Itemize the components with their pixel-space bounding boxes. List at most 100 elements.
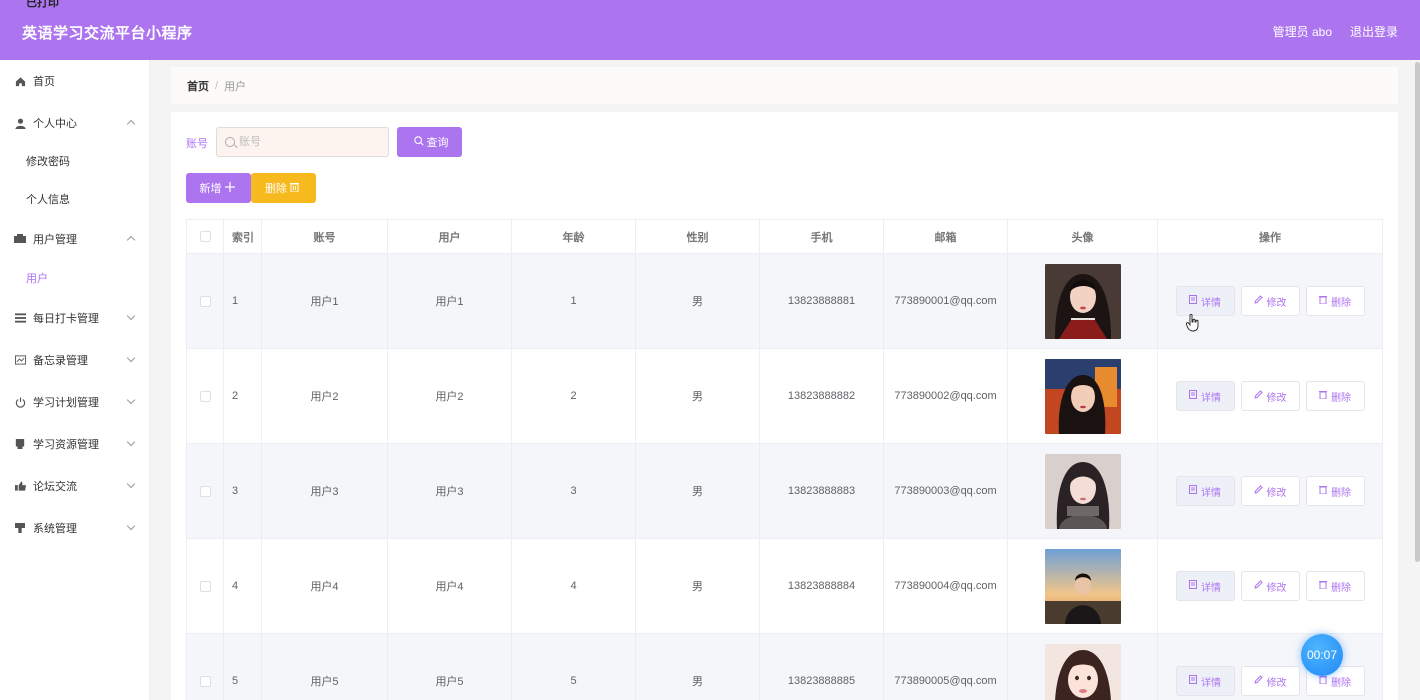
avatar[interactable] bbox=[1044, 358, 1121, 434]
sidebar-item-label: 用户管理 bbox=[33, 234, 77, 246]
delete-button-label: 删除 bbox=[1331, 677, 1351, 689]
cell-gender: 男 bbox=[636, 444, 760, 538]
detail-button[interactable]: 详情 bbox=[1175, 571, 1235, 601]
detail-button[interactable]: 详情 bbox=[1175, 286, 1235, 316]
cell-age: 3 bbox=[512, 444, 636, 538]
query-button[interactable]: 查询 bbox=[397, 127, 462, 157]
delete-button[interactable]: 删除 bbox=[1305, 381, 1365, 411]
sidebar-item-daily-checkin[interactable]: 每日打卡管理 bbox=[0, 300, 150, 336]
header-avatar: 头像 bbox=[1008, 220, 1158, 253]
row-checkbox[interactable] bbox=[199, 580, 211, 592]
header-email: 邮箱 bbox=[884, 220, 1008, 253]
cell-user: 用户4 bbox=[388, 539, 512, 633]
row-checkbox[interactable] bbox=[199, 390, 211, 402]
breadcrumb-separator: / bbox=[215, 79, 219, 92]
breadcrumb-home[interactable]: 首页 bbox=[187, 78, 209, 94]
header-phone: 手机 bbox=[760, 220, 884, 253]
cell-account: 用户4 bbox=[262, 539, 388, 633]
avatar[interactable] bbox=[1044, 263, 1121, 339]
sidebar-item-memo[interactable]: 备忘录管理 bbox=[0, 342, 150, 378]
avatar[interactable] bbox=[1044, 643, 1121, 700]
sidebar-item-study-plan[interactable]: 学习计划管理 bbox=[0, 384, 150, 420]
delete-button-label: 删除 bbox=[1331, 582, 1351, 594]
hand-cursor-icon bbox=[1185, 313, 1200, 337]
cell-actions: 详情 修改 删除 bbox=[1158, 349, 1383, 443]
header-checkbox-cell bbox=[187, 220, 224, 253]
row-checkbox-cell bbox=[187, 634, 224, 700]
delete-button[interactable]: 删除 bbox=[1305, 571, 1365, 601]
cell-actions: 详情 修改 删除 bbox=[1158, 444, 1383, 538]
table-row: 2 用户2 用户2 2 男 13823888882 773890002@qq.com 详情 修改… bbox=[187, 349, 1383, 444]
users-icon bbox=[14, 233, 26, 245]
sidebar-item-users[interactable]: 用户 bbox=[0, 260, 150, 296]
cell-index: 3 bbox=[224, 444, 262, 538]
sidebar-item-user-management[interactable]: 用户管理 bbox=[0, 221, 150, 257]
logout-link[interactable]: 退出登录 bbox=[1350, 23, 1398, 40]
edit-button[interactable]: 修改 bbox=[1240, 286, 1300, 316]
edit-button[interactable]: 修改 bbox=[1240, 571, 1300, 601]
detail-button-label: 详情 bbox=[1201, 392, 1221, 404]
sidebar-item-system[interactable]: 系统管理 bbox=[0, 510, 150, 546]
page-scrollbar[interactable] bbox=[1415, 62, 1420, 562]
sidebar-item-label: 个人信息 bbox=[26, 194, 70, 206]
chevron-down-icon bbox=[126, 311, 136, 321]
cell-user: 用户5 bbox=[388, 634, 512, 700]
add-button[interactable]: 新增 bbox=[186, 173, 251, 203]
sidebar-item-change-password[interactable]: 修改密码 bbox=[0, 143, 150, 179]
row-checkbox[interactable] bbox=[199, 485, 211, 497]
cell-phone: 13823888885 bbox=[760, 634, 884, 700]
sidebar-item-home[interactable]: 首页 bbox=[0, 63, 150, 99]
cell-email: 773890002@qq.com bbox=[884, 349, 1008, 443]
select-all-checkbox[interactable] bbox=[199, 231, 211, 242]
sidebar-item-personal-center[interactable]: 个人中心 bbox=[0, 105, 150, 141]
detail-button[interactable]: 详情 bbox=[1175, 476, 1235, 506]
header-actions: 操作 bbox=[1158, 220, 1383, 253]
row-checkbox[interactable] bbox=[199, 295, 211, 307]
row-checkbox-cell bbox=[187, 254, 224, 348]
sidebar-item-label: 备忘录管理 bbox=[33, 355, 88, 367]
row-checkbox-cell bbox=[187, 349, 224, 443]
search-label: 账号 bbox=[186, 138, 208, 150]
detail-button-label: 详情 bbox=[1201, 297, 1221, 309]
forum-icon bbox=[14, 480, 26, 492]
cell-avatar bbox=[1008, 539, 1158, 633]
edit-button-label: 修改 bbox=[1266, 487, 1287, 499]
batch-delete-button[interactable]: 删除 bbox=[251, 173, 316, 203]
avatar[interactable] bbox=[1044, 453, 1121, 529]
sidebar-item-forum[interactable]: 论坛交流 bbox=[0, 468, 150, 504]
cell-phone: 13823888882 bbox=[760, 349, 884, 443]
delete-button-label: 删除 bbox=[1331, 487, 1351, 499]
detail-button[interactable]: 详情 bbox=[1175, 381, 1235, 411]
trash-icon bbox=[1319, 485, 1327, 497]
sidebar-item-personal-info[interactable]: 个人信息 bbox=[0, 181, 150, 217]
pencil-icon bbox=[1253, 580, 1263, 592]
detail-button-label: 详情 bbox=[1201, 487, 1221, 499]
chevron-up-icon bbox=[126, 119, 136, 129]
account-search-input[interactable] bbox=[216, 127, 389, 157]
trash-icon bbox=[1319, 675, 1327, 687]
timer-badge[interactable]: 00:07 bbox=[1301, 634, 1343, 676]
delete-button[interactable]: 删除 bbox=[1305, 476, 1365, 506]
cell-avatar bbox=[1008, 254, 1158, 348]
trash-icon bbox=[1319, 295, 1327, 307]
edit-button[interactable]: 修改 bbox=[1240, 666, 1300, 696]
breadcrumb: 首页 / 用户 bbox=[171, 67, 1398, 104]
sidebar-item-label: 修改密码 bbox=[26, 156, 70, 168]
cell-email: 773890004@qq.com bbox=[884, 539, 1008, 633]
avatar[interactable] bbox=[1044, 548, 1121, 624]
edit-button[interactable]: 修改 bbox=[1240, 476, 1300, 506]
sidebar-item-study-resources[interactable]: 学习资源管理 bbox=[0, 426, 150, 462]
header-account: 账号 bbox=[262, 220, 388, 253]
cell-phone: 13823888881 bbox=[760, 254, 884, 348]
edit-button[interactable]: 修改 bbox=[1240, 381, 1300, 411]
delete-button[interactable]: 删除 bbox=[1305, 286, 1365, 316]
detail-button[interactable]: 详情 bbox=[1175, 666, 1235, 696]
top-header: 已打印 英语学习交流平台小程序 管理员 abo 退出登录 bbox=[0, 0, 1420, 60]
list-icon bbox=[14, 312, 26, 324]
cell-account: 用户5 bbox=[262, 634, 388, 700]
edit-button-label: 修改 bbox=[1266, 392, 1287, 404]
batch-delete-label: 删除 bbox=[265, 183, 287, 195]
chevron-down-icon bbox=[126, 353, 136, 363]
table-row: 3 用户3 用户3 3 男 13823888883 773890003@qq.com 详情 修改… bbox=[187, 444, 1383, 539]
row-checkbox[interactable] bbox=[199, 675, 211, 687]
